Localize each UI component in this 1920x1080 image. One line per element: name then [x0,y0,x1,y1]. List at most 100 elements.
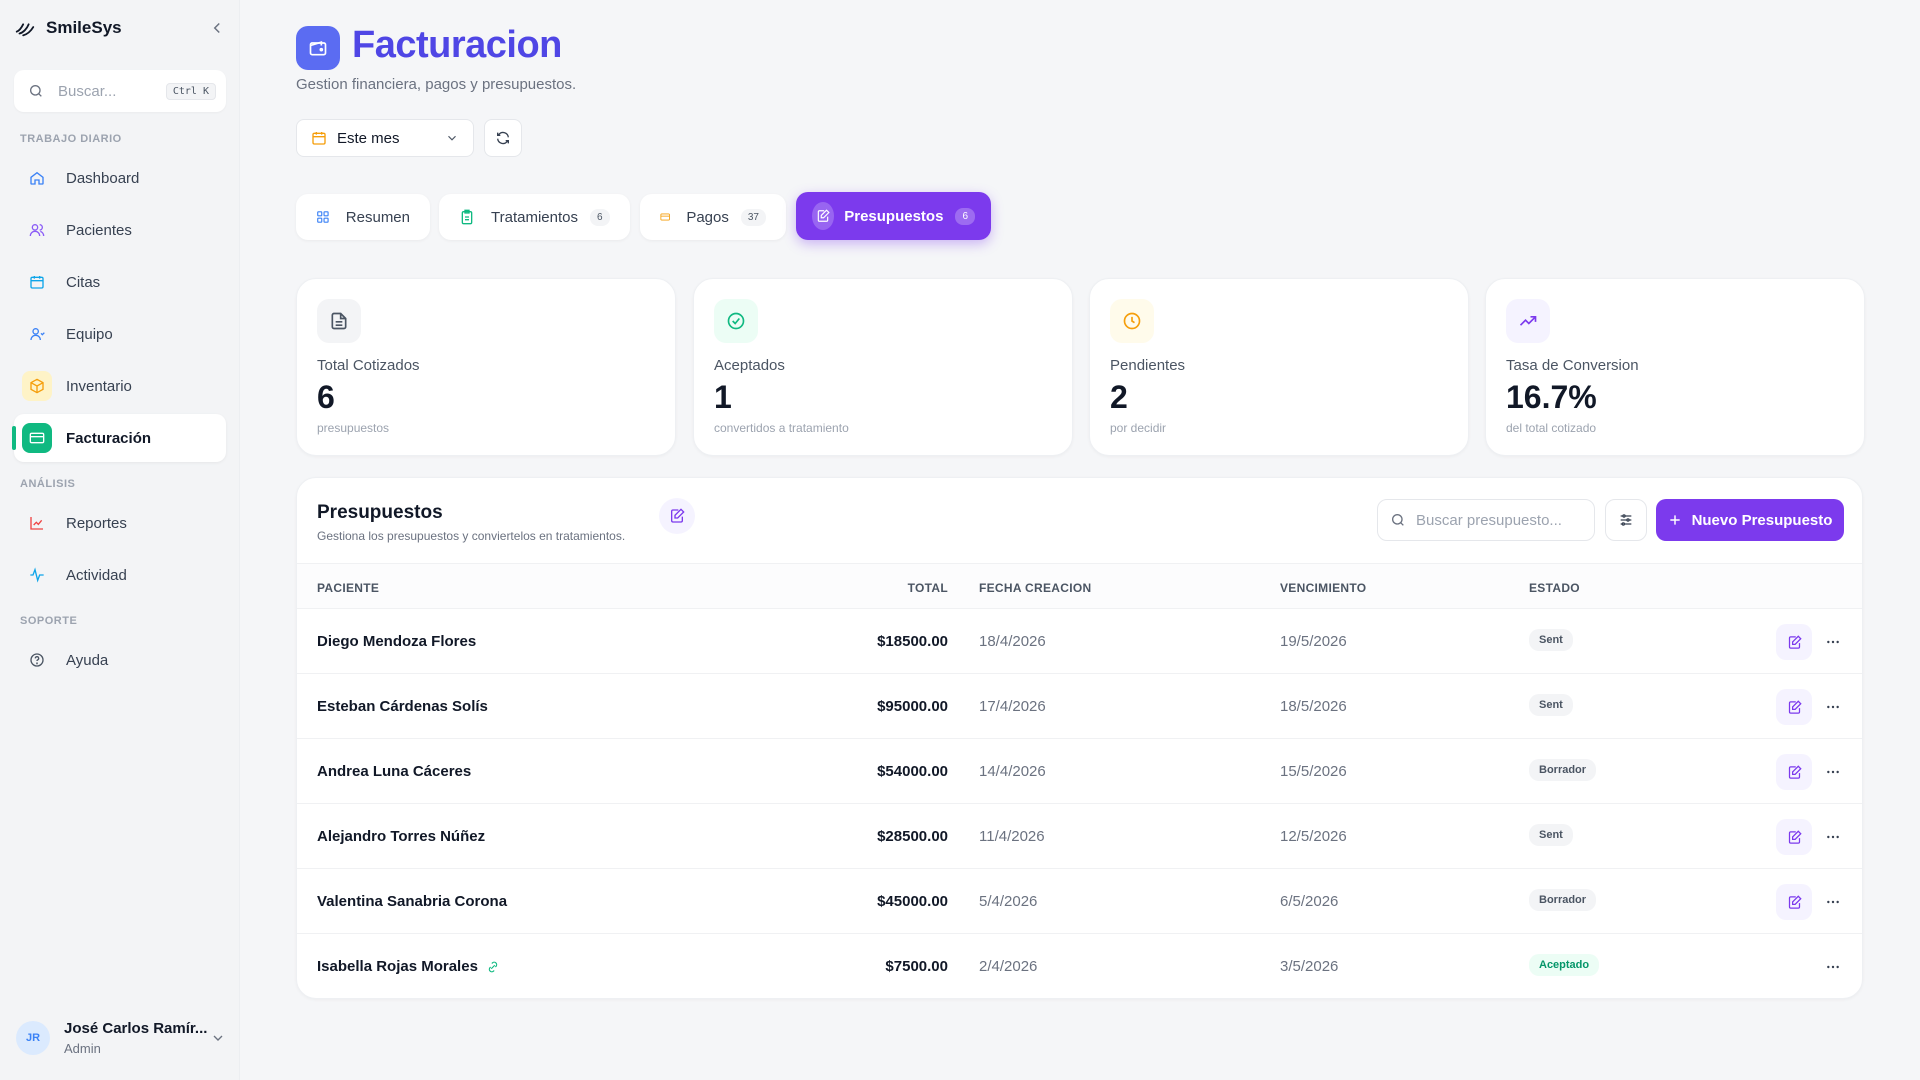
cell-patient: Isabella Rojas Morales [317,958,478,975]
edit-document-icon [659,498,695,534]
refresh-icon [497,131,509,145]
more-options-button[interactable] [1818,884,1848,920]
edit-button[interactable] [1776,884,1812,920]
cell-created: 5/4/2026 [979,893,1038,910]
tooth-logo-icon [15,23,35,37]
sidebar-item-label: Reportes [66,514,127,532]
new-budget-label: Nuevo Presupuesto [1691,511,1833,529]
edit-document-icon [812,202,835,230]
cell-created: 17/4/2026 [979,698,1046,715]
kpi-pendientes: Pendientes 2 por decidir [1089,278,1469,456]
sidebar-item-citas[interactable]: Citas [14,258,226,306]
refresh-button[interactable] [484,119,522,157]
sidebar-item-ayuda[interactable]: Ayuda [14,636,226,684]
tab-pagos[interactable]: Pagos 37 [640,194,786,240]
tab-tratamientos[interactable]: Tratamientos 6 [439,194,630,240]
sidebar-item-label: Inventario [66,377,132,395]
brand: SmileSys [14,16,226,40]
search-placeholder: Buscar presupuesto... [1416,511,1562,529]
kpi-label: Aceptados [714,357,785,374]
sidebar-item-inventario[interactable]: Inventario [14,362,226,410]
page-title: Facturacion [352,24,562,66]
section-label-analysis: ANÁLISIS [20,478,76,490]
user-icon [22,319,52,349]
user-menu[interactable]: JR José Carlos Ramír... Admin [16,1016,226,1060]
edit-button[interactable] [1776,754,1812,790]
sidebar-item-label: Dashboard [66,169,140,187]
edit-button[interactable] [1776,689,1812,725]
sidebar-item-label: Equipo [66,325,113,343]
table-row[interactable]: Diego Mendoza Flores $18500.00 18/4/2026… [297,609,1862,674]
activity-icon [22,560,52,590]
kpi-sub: presupuestos [317,421,390,435]
col-estado: ESTADO [1529,581,1580,595]
kpi-sub: por decidir [1110,421,1167,435]
cell-patient: Andrea Luna Cáceres [317,763,472,780]
edit-document-icon [1788,829,1802,844]
more-options-button[interactable] [1818,689,1848,725]
link-icon [488,961,498,972]
edit-button[interactable] [1776,624,1812,660]
sidebar-item-reportes[interactable]: Reportes [14,499,226,547]
tab-label: Pagos [686,208,729,226]
sidebar-item-equipo[interactable]: Equipo [14,310,226,358]
sidebar-item-dashboard[interactable]: Dashboard [14,154,226,202]
sidebar-item-facturacion[interactable]: Facturación [12,414,226,462]
filter-button[interactable] [1605,499,1647,541]
tab-label: Resumen [345,208,410,226]
budget-search-input[interactable]: Buscar presupuesto... [1377,499,1595,541]
chevron-down-icon [213,1035,223,1041]
sidebar-item-label: Facturación [66,429,152,447]
more-horizontal-icon [1827,835,1839,839]
sidebar-item-label: Citas [66,273,101,291]
table-header: PACIENTE TOTAL FECHA CREACION VENCIMIENT… [297,563,1862,609]
cell-total: $54000.00 [877,763,948,780]
table-row[interactable]: Esteban Cárdenas Solís $95000.00 17/4/20… [297,674,1862,739]
more-options-button[interactable] [1818,819,1848,855]
edit-button[interactable] [1776,819,1812,855]
table-row[interactable]: Valentina Sanabria Corona $45000.00 5/4/… [297,869,1862,934]
cell-created: 14/4/2026 [979,763,1046,780]
panel-subtitle: Gestiona los presupuestos y conviertelos… [317,529,626,543]
kpi-value: 2 [1110,379,1128,415]
table-row[interactable]: Alejandro Torres Núñez $28500.00 11/4/20… [297,804,1862,869]
status-badge: Aceptado [1529,954,1600,976]
period-select[interactable]: Este mes [296,119,474,157]
edit-document-icon [1788,699,1802,714]
avatar: JR [16,1021,50,1055]
kpi-value: 6 [317,379,335,415]
more-horizontal-icon [1827,965,1839,969]
search-shortcut: Ctrl K [165,82,216,100]
table-row[interactable]: Isabella Rojas Morales $7500.00 2/4/2026… [297,934,1862,998]
cell-total: $95000.00 [877,698,948,715]
table-row[interactable]: Andrea Luna Cáceres $54000.00 14/4/2026 … [297,739,1862,804]
cell-patient: Alejandro Torres Núñez [317,828,486,845]
new-budget-button[interactable]: Nuevo Presupuesto [1656,499,1844,541]
tab-resumen[interactable]: Resumen [296,194,430,240]
chevron-down-icon [448,135,456,141]
kpi-total-cotizados: Total Cotizados 6 presupuestos [296,278,676,456]
page-subtitle: Gestion financiera, pagos y presupuestos… [296,76,577,93]
chevron-left-icon[interactable] [208,19,226,37]
more-options-button[interactable] [1818,624,1848,660]
sidebar-item-label: Pacientes [66,221,132,239]
user-info: José Carlos Ramír... Admin [64,1020,207,1056]
sidebar-item-pacientes[interactable]: Pacientes [14,206,226,254]
cell-due: 19/5/2026 [1280,633,1347,650]
search-icon [30,85,42,97]
users-icon [22,215,52,245]
tab-presupuestos[interactable]: Presupuestos 6 [796,192,991,240]
kpi-sub: del total cotizado [1506,421,1597,435]
sidebar-search[interactable]: Buscar... Ctrl K [14,70,226,112]
document-icon [317,299,361,343]
tab-badge: 6 [955,207,975,225]
more-horizontal-icon [1827,705,1839,709]
sidebar-item-actividad[interactable]: Actividad [14,551,226,599]
col-total: TOTAL [907,581,948,595]
cell-due: 3/5/2026 [1280,958,1339,975]
home-icon [22,163,52,193]
more-options-button[interactable] [1818,949,1848,985]
status-badge: Sent [1529,824,1573,846]
trending-up-icon [1506,299,1550,343]
more-options-button[interactable] [1818,754,1848,790]
